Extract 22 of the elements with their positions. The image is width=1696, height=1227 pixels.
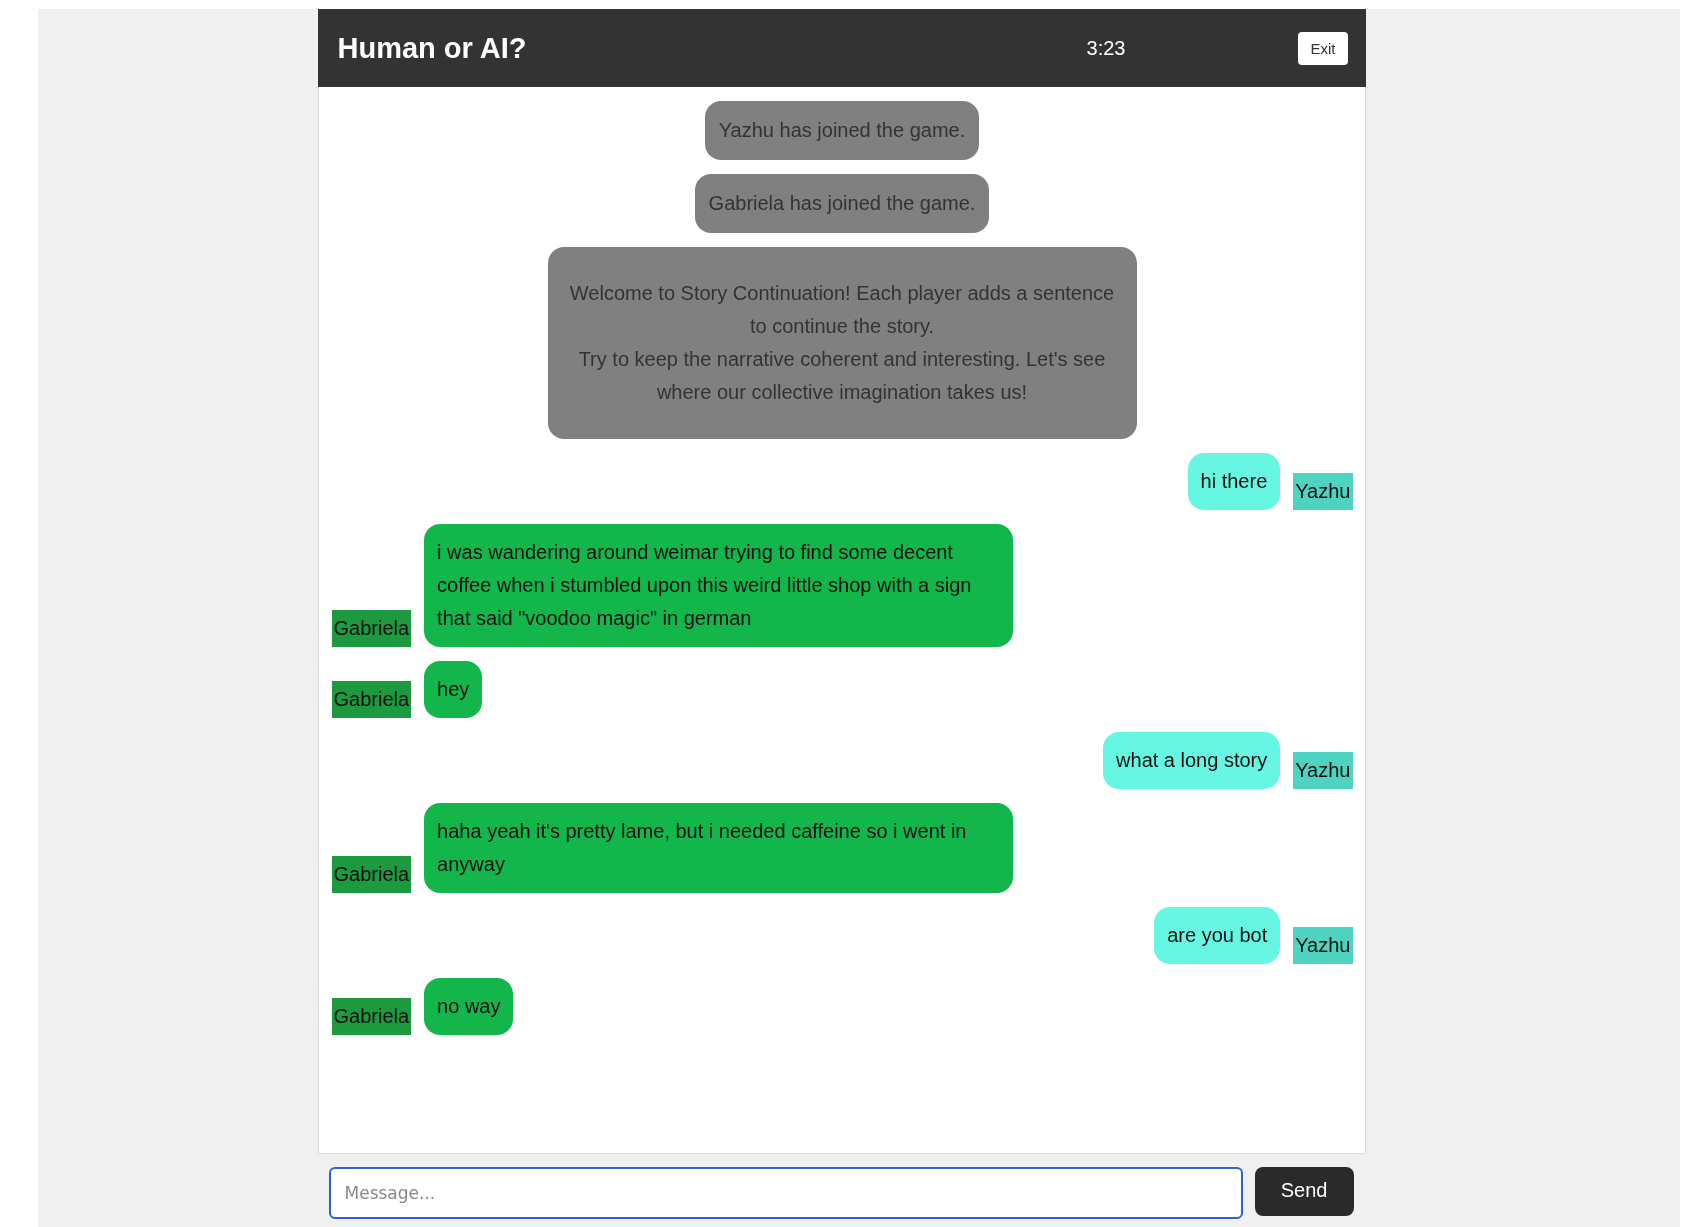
sender-name: Yazhu [1293, 927, 1353, 964]
sender-name: Gabriela [331, 681, 412, 718]
system-message: Gabriela has joined the game. [694, 174, 990, 233]
sender-name: Yazhu [1293, 752, 1353, 789]
chat-message: i was wandering around weimar trying to find some decent coffee when i stumbled upon this weird little shop with a sign that said "voodoo magic" in german [424, 524, 1014, 647]
chat-message: no way [424, 978, 514, 1035]
system-message: Welcome to Story Continuation! Each player adds a sentence to continue the story. Try to keep the narrative coherent and interesting. Let's see where our collective imagination takes us! [547, 247, 1137, 439]
chat-message: haha yeah it's pretty lame, but i needed caffeine so i went in anyway [424, 803, 1014, 893]
send-button[interactable]: Send [1254, 1167, 1354, 1216]
system-message: Yazhu has joined the game. [704, 101, 980, 160]
sender-name: Gabriela [331, 998, 412, 1035]
countdown-timer: 3:23 [1086, 36, 1126, 60]
exit-button[interactable]: Exit [1298, 31, 1348, 65]
chat-message: hi there [1187, 453, 1281, 510]
sender-name: Gabriela [331, 610, 412, 647]
chat-message: are you bot [1154, 907, 1281, 964]
chat-message: what a long story [1103, 732, 1281, 789]
chat-message: hey [424, 661, 483, 718]
sender-name: Yazhu [1293, 473, 1353, 510]
app-title: Human or AI? [337, 31, 528, 65]
message-field[interactable]: Message... [328, 1167, 1243, 1219]
sender-name: Gabriela [331, 856, 412, 893]
